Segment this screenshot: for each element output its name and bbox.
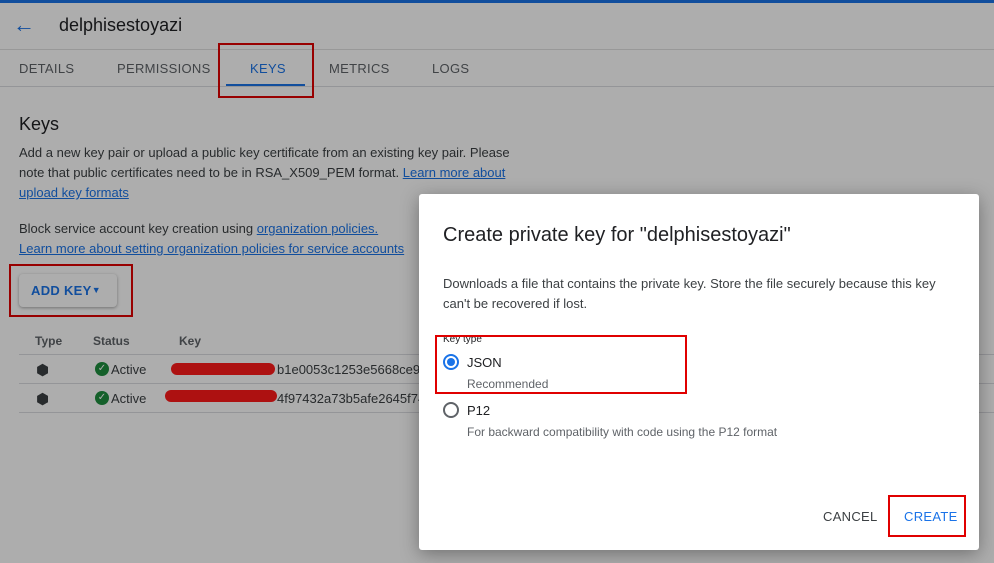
dialog-description: Downloads a file that contains the priva… (443, 276, 936, 311)
cancel-button[interactable]: CANCEL (823, 509, 878, 524)
p12-option-sub: For backward compatibility with code usi… (467, 425, 778, 439)
highlight-box-create (888, 495, 966, 537)
p12-radio[interactable] (443, 402, 459, 418)
p12-option-label[interactable]: P12 (467, 403, 490, 418)
dialog-title: Create private key for "delphisestoyazi" (443, 224, 791, 246)
highlight-box-key-type (435, 335, 687, 394)
